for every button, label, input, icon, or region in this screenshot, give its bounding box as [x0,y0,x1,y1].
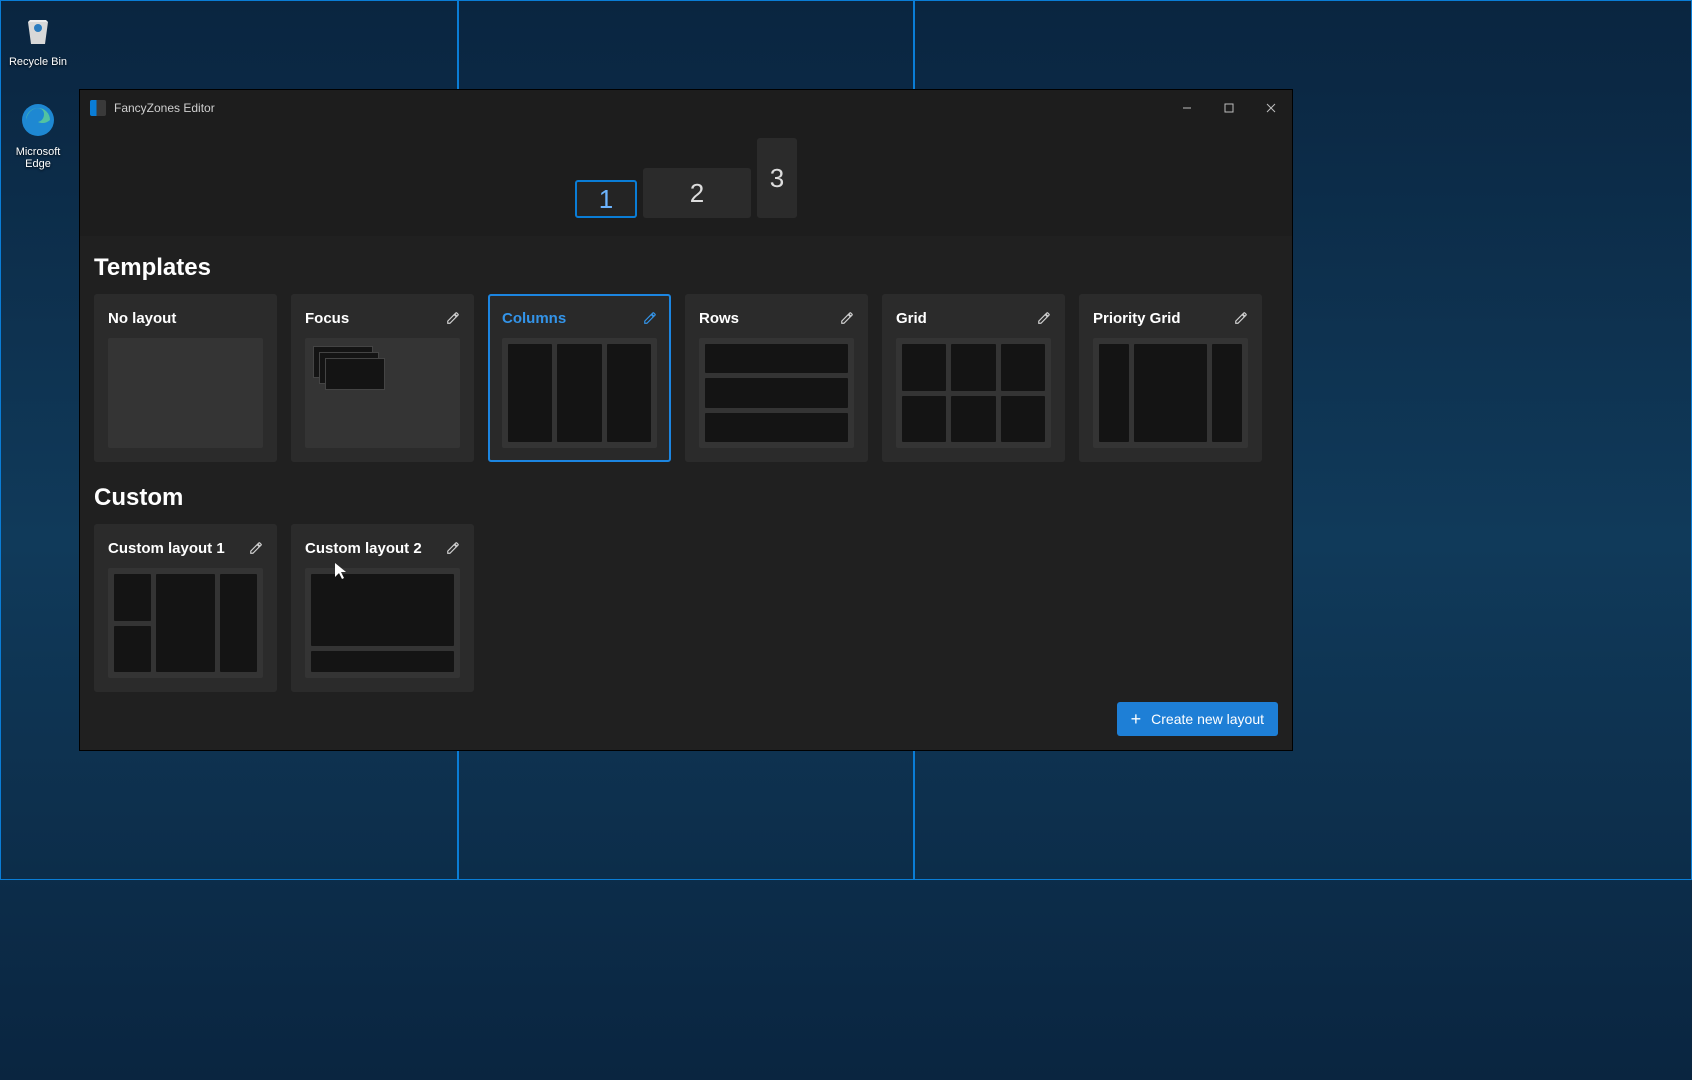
card-title: Rows [699,310,739,327]
edit-icon[interactable] [446,541,460,555]
desktop: Recycle Bin Microsoft Edge FancyZones Ed… [0,0,1692,1080]
edit-icon[interactable] [249,541,263,555]
desktop-icon-label: Microsoft Edge [2,146,74,170]
desktop-icon-edge[interactable]: Microsoft Edge [2,98,74,170]
fancyzones-editor-window: FancyZones Editor 1 2 3 Templates [80,90,1292,750]
edit-icon[interactable] [446,311,460,325]
template-card-rows[interactable]: Rows [685,294,868,462]
card-title: Grid [896,310,927,327]
cursor-icon [334,562,348,585]
edit-icon[interactable] [1037,311,1051,325]
monitor-tab-1[interactable]: 1 [575,180,637,218]
monitor-label: 1 [599,184,613,215]
preview-custom-2 [305,568,460,678]
edit-icon[interactable] [643,311,657,325]
template-card-priority-grid[interactable]: Priority Grid [1079,294,1262,462]
monitor-tab-2[interactable]: 2 [643,168,751,218]
create-new-layout-button[interactable]: + Create new layout [1117,702,1278,736]
edit-icon[interactable] [1234,311,1248,325]
template-card-no-layout[interactable]: No layout [94,294,277,462]
plus-icon: + [1131,710,1142,728]
card-title: No layout [108,310,176,327]
desktop-icon-recycle-bin[interactable]: Recycle Bin [2,8,74,68]
custom-card-2[interactable]: Custom layout 2 [291,524,474,692]
preview-rows [699,338,854,448]
monitor-tab-3[interactable]: 3 [757,138,797,218]
close-button[interactable] [1250,90,1292,126]
minimize-button[interactable] [1166,90,1208,126]
monitor-label: 3 [770,163,784,194]
monitor-selector: 1 2 3 [80,126,1292,236]
edit-icon[interactable] [840,311,854,325]
preview-focus [305,338,460,448]
custom-heading: Custom [94,484,1278,512]
card-title: Priority Grid [1093,310,1181,327]
card-title: Custom layout 1 [108,540,225,557]
custom-row: Custom layout 1 Custom layout 2 [94,524,1278,692]
template-card-grid[interactable]: Grid [882,294,1065,462]
preview-grid [896,338,1051,448]
window-title: FancyZones Editor [114,101,215,115]
preview-columns [502,338,657,448]
edge-icon [16,98,60,142]
editor-content: Templates No layout Focus [80,236,1292,750]
maximize-button[interactable] [1208,90,1250,126]
card-title: Focus [305,310,349,327]
recycle-bin-icon [16,8,60,52]
preview-no-layout [108,338,263,448]
desktop-icon-label: Recycle Bin [9,56,67,68]
titlebar[interactable]: FancyZones Editor [80,90,1292,126]
app-icon [90,100,106,116]
templates-heading: Templates [94,254,1278,282]
create-new-layout-label: Create new layout [1151,711,1264,727]
template-card-focus[interactable]: Focus [291,294,474,462]
card-title: Custom layout 2 [305,540,422,557]
templates-row: No layout Focus [94,294,1278,462]
template-card-columns[interactable]: Columns [488,294,671,462]
monitor-label: 2 [690,178,704,209]
card-title: Columns [502,310,566,327]
preview-custom-1 [108,568,263,678]
preview-priority-grid [1093,338,1248,448]
custom-card-1[interactable]: Custom layout 1 [94,524,277,692]
